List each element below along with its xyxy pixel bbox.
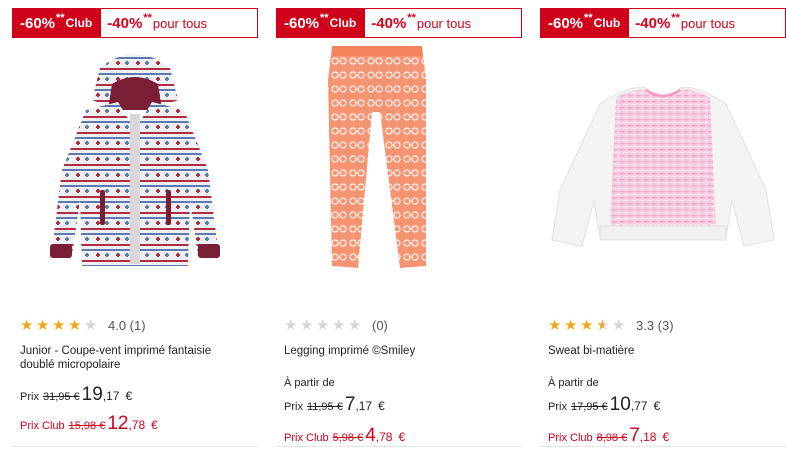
star-icon: ★ [348,316,362,334]
old-club-price: 8,98 € [596,432,628,444]
club-discount-badge: -60% ** Club [276,8,365,38]
star-icon: ★ [332,316,346,334]
general-discount-badge: -40% ** pour tous [628,8,786,38]
star-icon: ★ [612,316,626,334]
rating-stars: ★ ★ ★ ★ ★ [20,316,100,334]
product-image[interactable] [12,40,258,280]
old-price: 11,95 € [306,401,343,413]
rating-stars: ★ ★ ★ ★ ★ [548,316,628,334]
product-name[interactable]: Legging imprimé ©Smiley [284,344,494,358]
general-discount-badge: -40% ** pour tous [364,8,522,38]
product-image[interactable] [540,40,786,280]
divider [276,446,522,447]
star-icon: ★ [52,316,66,334]
product-name[interactable]: Junior - Coupe-vent imprimé fantaisie do… [20,344,230,372]
rating[interactable]: ★ ★ ★ ★ ★ 4.0 (1) [20,316,146,334]
club-price-row: Prix Club 5,98 € 4,78 € [284,425,406,446]
old-club-price: 5,98 € [332,432,364,444]
from-label: À partir de [284,377,335,389]
product-card[interactable]: -60% ** Club -40% ** pour tous ★ ★ ★ ★ ★… [540,0,786,452]
star-icon: ★ [580,316,594,334]
price-row: Prix 31,95 € 19,17 € [20,384,133,405]
old-club-price: 15,98 € [68,420,106,432]
old-price: 31,95 € [42,391,80,403]
club-price-integer: 4 [365,425,376,446]
club-discount-badge: -60% ** Club [540,8,629,38]
general-discount-badge: -40% ** pour tous [100,8,258,38]
club-price-row: Prix Club 8,98 € 7,18 € [548,425,670,446]
price-integer: 10 [609,394,631,415]
star-icon: ★ [68,316,82,334]
club-price-integer: 7 [629,425,640,446]
star-icon: ★ [316,316,330,334]
price-row: Prix 17,95 € 10,77 € [548,394,661,415]
price-integer: 19 [81,384,103,405]
star-icon: ★ [36,316,50,334]
star-icon: ★ [284,316,298,334]
club-price-integer: 12 [107,413,129,434]
product-card[interactable]: -60% ** Club -40% ** pour tous ★ ★ ★ ★ ★… [276,0,526,452]
club-discount-badge: -60% ** Club [12,8,101,38]
star-icon: ★ [84,316,98,334]
rating-text: (0) [372,318,388,333]
product-image[interactable] [276,40,522,280]
rating[interactable]: ★ ★ ★ ★ ★ 3.3 (3) [548,316,674,334]
rating-text: 3.3 (3) [636,318,674,333]
star-icon: ★ [20,316,34,334]
price-integer: 7 [344,394,356,415]
rating[interactable]: ★ ★ ★ ★ ★ (0) [284,316,388,334]
old-price: 17,95 € [570,401,608,413]
star-half-icon: ★ [596,316,610,334]
discount-badges: -60% ** Club -40% ** pour tous [12,8,258,38]
rating-text: 4.0 (1) [108,318,146,333]
rating-stars: ★ ★ ★ ★ ★ [284,316,364,334]
star-icon: ★ [564,316,578,334]
price-row: Prix 11,95 € 7,17 € [284,394,385,415]
product-name[interactable]: Sweat bi-matière [548,344,758,358]
from-label: À partir de [548,377,599,389]
product-card[interactable]: -60% ** Club -40% ** pour tous ★ ★ ★ ★ ★… [12,0,262,452]
star-icon: ★ [300,316,314,334]
divider [12,446,258,447]
divider [540,446,786,447]
discount-badges: -60% ** Club -40% ** pour tous [276,8,522,38]
discount-badges: -60% ** Club -40% ** pour tous [540,8,786,38]
club-price-row: Prix Club 15,98 € 12,78 € [20,413,158,434]
star-icon: ★ [548,316,562,334]
